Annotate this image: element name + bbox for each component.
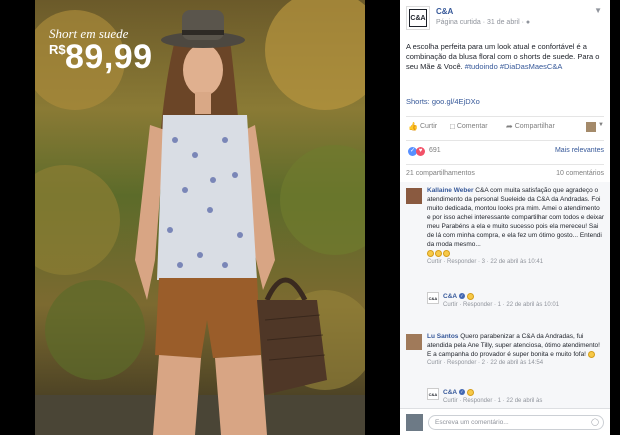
thumbs-up-icon: 👍 xyxy=(408,122,418,131)
comment-button[interactable]: □ Comentar xyxy=(450,122,488,131)
post-text: A escolha perfeita para um look atual e … xyxy=(406,42,606,72)
divider xyxy=(406,164,604,165)
share-button[interactable]: ➦ Compartilhar xyxy=(506,122,555,131)
post-meta-text: Página curtida · 31 de abril · xyxy=(436,19,526,26)
comment-emojis xyxy=(427,249,605,258)
comment-body: Lu Santos Quero parabenizar a C&A da And… xyxy=(427,332,605,368)
comment-composer: Escreva um comentário... ◯ xyxy=(400,408,610,435)
commenter-avatar[interactable] xyxy=(406,188,422,204)
comment-meta: Curtir · Responder · 2 · 22 de abril às … xyxy=(427,360,544,366)
comment-label: Comentar xyxy=(456,123,488,130)
camera-icon[interactable]: ◯ xyxy=(591,418,599,426)
post-meta: Página curtida · 31 de abril · ● xyxy=(436,19,530,26)
reply-avatar[interactable]: C&A xyxy=(427,388,439,400)
lightbox: Short em suede R$ 89,99 C&A C&A Página c… xyxy=(0,0,620,435)
comments-count[interactable]: 10 comentários xyxy=(556,170,604,177)
divider xyxy=(406,140,604,141)
verified-icon: ✓ xyxy=(458,389,465,396)
comment-icon: □ xyxy=(450,122,455,131)
comment-input-placeholder: Escreva um comentário... xyxy=(435,419,509,426)
post-actions: 👍 Curtir □ Comentar ➦ Compartilhar ▼ xyxy=(406,122,606,134)
promo-price: 89,99 xyxy=(65,38,153,76)
smile-emoji-icon xyxy=(443,249,450,257)
page-name-link[interactable]: C&A xyxy=(436,7,453,16)
comments-list: Kallaine Weber C&A com muita satisfação … xyxy=(400,182,610,408)
chevron-down-icon[interactable]: ▼ xyxy=(598,122,604,128)
comment-body: Kallaine Weber C&A com muita satisfação … xyxy=(427,186,605,267)
verified-icon: ✓ xyxy=(458,293,465,300)
smile-emoji-icon xyxy=(427,249,434,257)
reply-body: C&A ✓ Curtir · Responder · 1 · 22 de abr… xyxy=(443,388,593,406)
reactions-bar[interactable]: ✓ ♥ 691 Mais relevantes xyxy=(406,146,606,158)
reply-meta: Curtir · Responder · 1 · 22 de abril às … xyxy=(443,302,560,308)
promo-currency: R$ xyxy=(49,42,66,57)
share-label: Compartilhar xyxy=(514,123,555,130)
share-icon: ➦ xyxy=(506,122,513,131)
page-logo: C&A xyxy=(409,9,427,27)
reply-meta: Curtir · Responder · 1 · 22 de abril às xyxy=(443,398,543,404)
like-button[interactable]: 👍 Curtir xyxy=(408,122,437,131)
viewer-avatar[interactable] xyxy=(586,122,596,132)
comment-author[interactable]: Kallaine Weber xyxy=(427,187,473,194)
short-link[interactable]: Shorts: goo.gl/4EjDXo xyxy=(406,97,480,106)
reaction-count: 691 xyxy=(429,147,441,154)
like-label: Curtir xyxy=(419,123,438,130)
reply-body: C&A ✓ Curtir · Responder · 1 · 22 de abr… xyxy=(443,292,593,310)
smile-emoji-icon xyxy=(466,388,474,396)
globe-icon: ● xyxy=(525,19,531,26)
divider xyxy=(406,116,604,117)
love-reaction-icon: ♥ xyxy=(416,147,425,156)
comment-author[interactable]: Lu Santos xyxy=(427,333,458,340)
post-header: C&A C&A Página curtida · 31 de abril · ●… xyxy=(406,6,606,32)
reply-author[interactable]: C&A xyxy=(443,389,457,396)
smile-emoji-icon xyxy=(587,350,595,358)
comment-filter-dropdown[interactable]: Mais relevantes xyxy=(555,147,604,154)
page-avatar[interactable]: C&A xyxy=(406,6,430,30)
reply-avatar[interactable]: C&A xyxy=(427,292,439,304)
comment-input[interactable]: Escreva um comentário... ◯ xyxy=(428,415,604,430)
reply-author[interactable]: C&A xyxy=(443,293,457,300)
post-panel: C&A C&A Página curtida · 31 de abril · ●… xyxy=(400,0,610,435)
smile-emoji-icon xyxy=(466,292,474,300)
comment-meta: Curtir · Responder · 3 · 22 de abril às … xyxy=(427,259,544,265)
post-photo[interactable]: Short em suede R$ 89,99 xyxy=(35,0,365,435)
chevron-down-icon[interactable]: ▼ xyxy=(594,6,602,15)
comment-text: C&A com muita satisfação que agradeço o … xyxy=(427,187,605,248)
commenter-avatar[interactable] xyxy=(406,334,422,350)
post-hashtags[interactable]: #tudoindo #DiaDasMaesC&A xyxy=(465,62,563,71)
shares-count[interactable]: 21 compartilhamentos xyxy=(406,170,475,177)
smile-emoji-icon xyxy=(435,249,442,257)
viewer-avatar xyxy=(406,414,423,431)
share-stats: 21 compartilhamentos 10 comentários xyxy=(406,170,606,177)
